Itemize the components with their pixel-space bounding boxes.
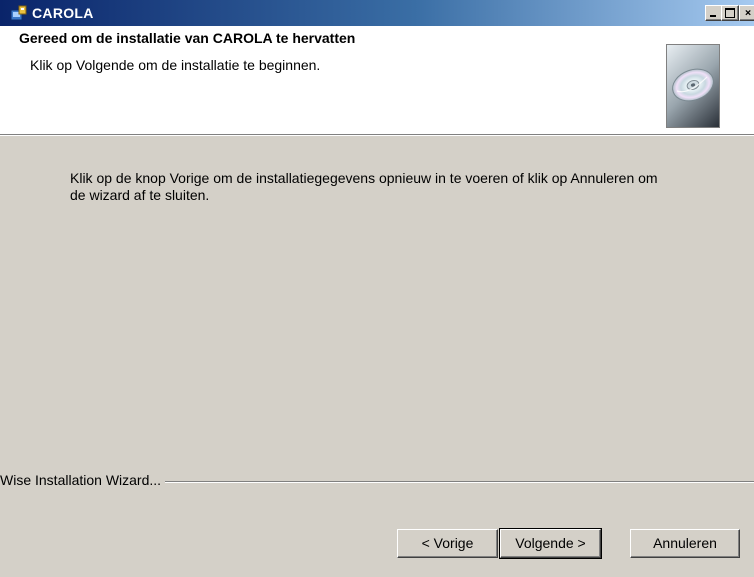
next-button[interactable]: Volgende > [499, 528, 602, 559]
instruction-text: Klik op de knop Vorige om de installatie… [70, 170, 658, 203]
maximize-button[interactable] [721, 5, 739, 21]
maximize-icon [725, 8, 735, 18]
header-separator-highlight [0, 135, 754, 136]
window-title: CAROLA [32, 5, 94, 21]
close-button[interactable]: × [739, 5, 754, 21]
header-title: Gereed om de installatie van CAROLA te h… [19, 30, 356, 46]
installer-window: CAROLA × Gereed om de installatie van CA… [0, 0, 754, 577]
setup-icon [10, 5, 27, 21]
close-icon: × [744, 6, 752, 19]
cancel-button[interactable]: Annuleren [630, 529, 740, 558]
minimize-icon [710, 15, 716, 17]
back-button[interactable]: < Vorige [397, 529, 498, 558]
header-subtitle: Klik op Volgende om de installatie te be… [30, 57, 321, 73]
branding-label: Wise Installation Wizard... [0, 471, 166, 489]
cd-icon [672, 68, 714, 102]
cd-image [666, 44, 720, 128]
title-bar[interactable]: CAROLA × [0, 0, 754, 26]
